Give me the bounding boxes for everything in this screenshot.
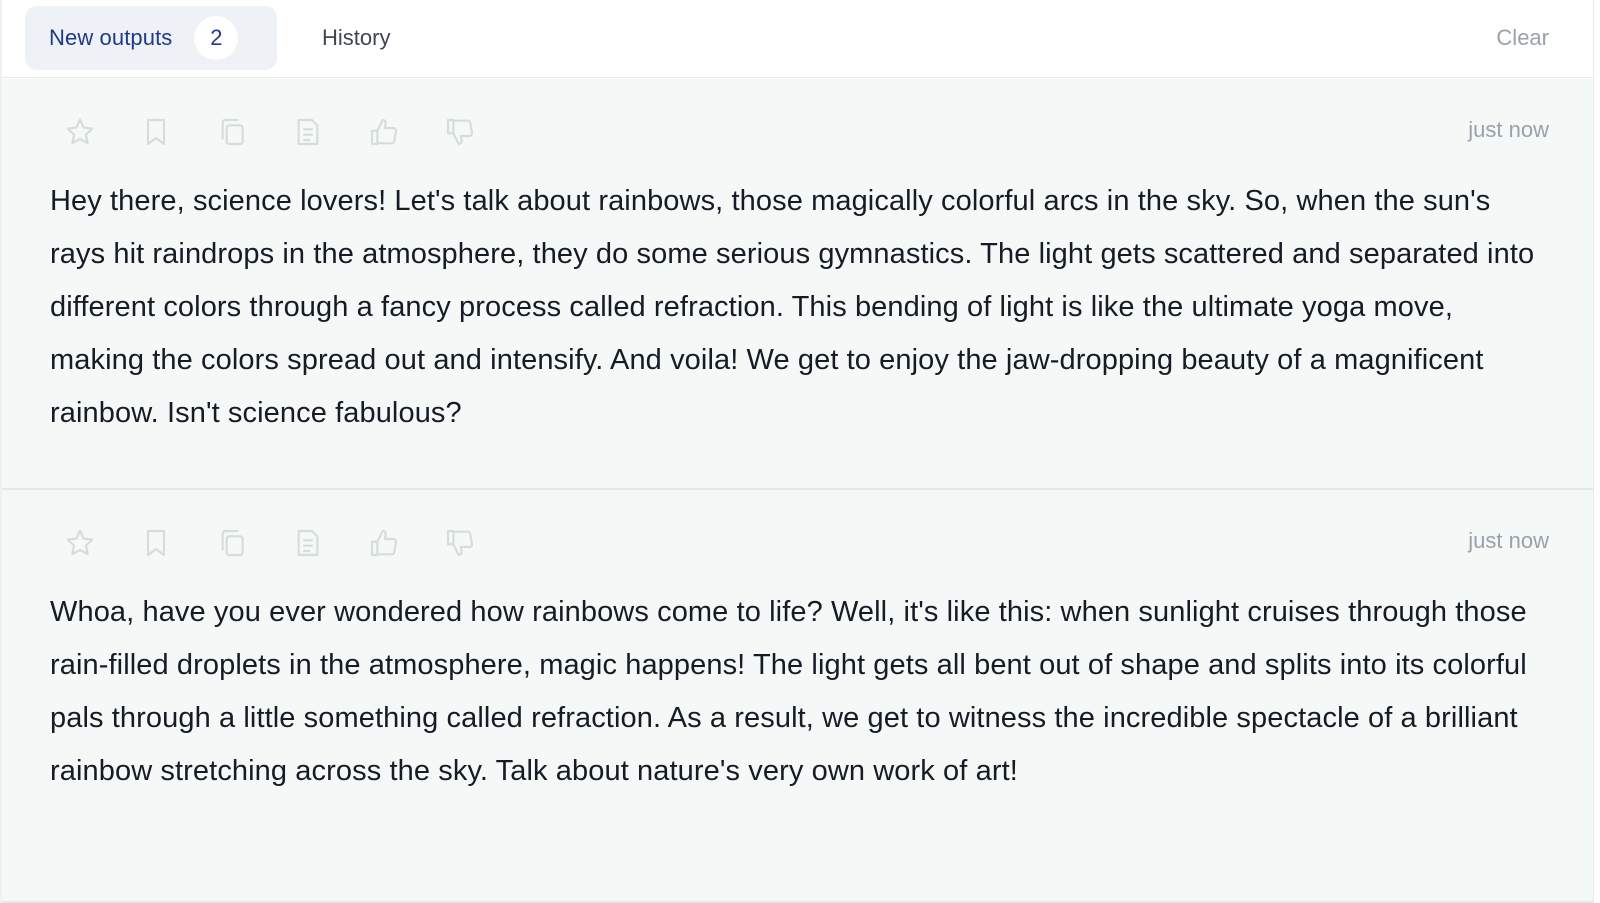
bookmark-icon[interactable] <box>126 516 202 570</box>
thumbs-down-icon[interactable] <box>430 516 506 570</box>
bookmark-icon[interactable] <box>126 105 202 159</box>
output-list: just now Hey there, science lovers! Let'… <box>2 79 1593 903</box>
copy-icon[interactable] <box>202 516 278 570</box>
tab-history[interactable]: History <box>322 6 390 70</box>
star-icon[interactable] <box>50 105 126 159</box>
tab-new-outputs-label: New outputs <box>49 25 173 50</box>
output-toolbar <box>50 516 506 570</box>
output-timestamp: just now <box>1468 117 1549 142</box>
copy-icon[interactable] <box>202 105 278 159</box>
output-card: just now Whoa, have you ever wondered ho… <box>2 490 1593 903</box>
star-icon[interactable] <box>50 516 126 570</box>
thumbs-up-icon[interactable] <box>354 516 430 570</box>
thumbs-down-icon[interactable] <box>430 105 506 159</box>
document-icon[interactable] <box>278 516 354 570</box>
output-toolbar <box>50 105 506 159</box>
clear-button[interactable]: Clear <box>1496 6 1549 70</box>
new-outputs-count-badge: 2 <box>194 16 239 60</box>
output-text: Whoa, have you ever wondered how rainbow… <box>50 596 1527 787</box>
outputs-panel: New outputs 2 History Clear just now Hey… <box>0 0 1594 903</box>
outputs-header: New outputs 2 History Clear <box>2 0 1593 78</box>
output-timestamp: just now <box>1468 528 1549 553</box>
tab-new-outputs[interactable]: New outputs 2 <box>25 6 277 70</box>
output-text: Hey there, science lovers! Let's talk ab… <box>50 185 1535 429</box>
output-card: just now Hey there, science lovers! Let'… <box>2 79 1593 490</box>
document-icon[interactable] <box>278 105 354 159</box>
thumbs-up-icon[interactable] <box>354 105 430 159</box>
